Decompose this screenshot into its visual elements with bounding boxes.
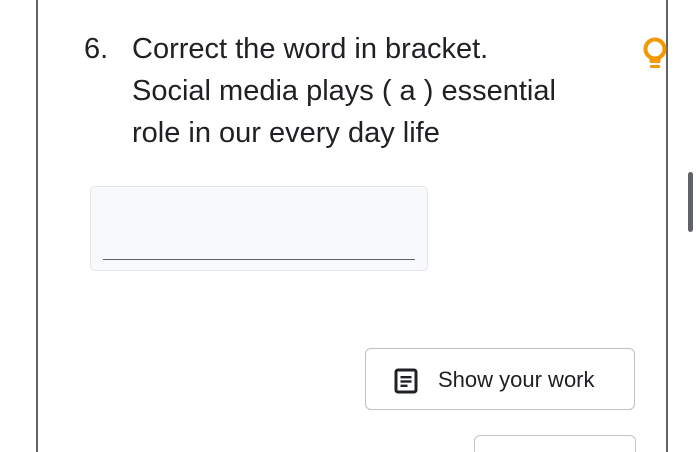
notes-icon [394, 368, 418, 394]
question-line-1: Correct the word in bracket. [132, 33, 489, 65]
card-left-border [36, 0, 38, 452]
question-screen: 6. Correct the word in bracket. Social m… [0, 0, 700, 452]
show-your-work-label: Show your work [438, 367, 595, 392]
scrollbar-thumb[interactable] [688, 172, 693, 232]
question-line-3: role in our every day life [132, 117, 440, 149]
partial-card [474, 435, 636, 452]
question-line-2: Social media plays ( a ) essential [132, 75, 556, 107]
lightbulb-icon[interactable] [640, 36, 670, 76]
answer-field[interactable] [90, 186, 428, 271]
show-your-work-button[interactable]: Show your work [365, 348, 635, 410]
answer-input[interactable] [103, 201, 415, 243]
question-number: 6. [84, 33, 109, 65]
answer-underline [103, 259, 415, 260]
